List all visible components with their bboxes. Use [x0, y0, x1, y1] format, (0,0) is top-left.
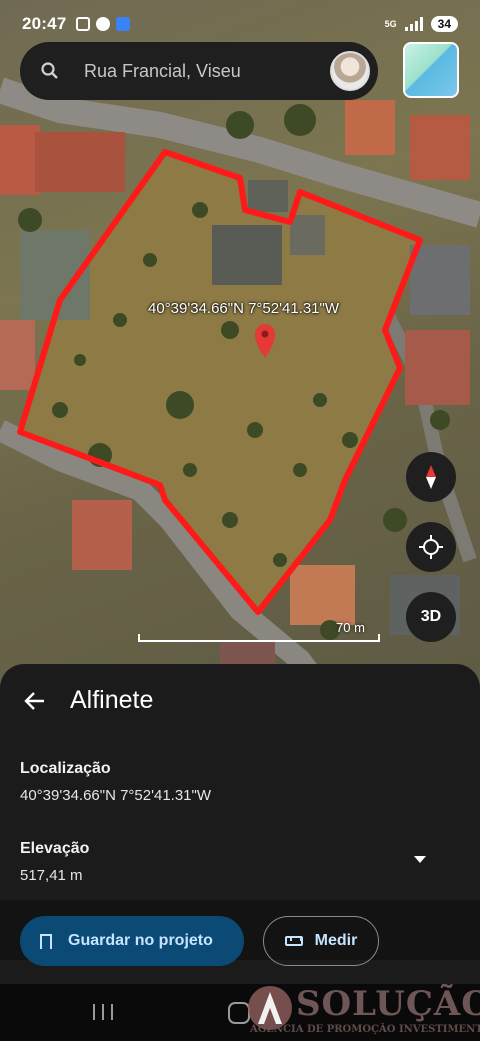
search-icon — [40, 61, 60, 81]
status-bar: 20:47 5G 34 — [0, 0, 480, 48]
elevation-label: Elevação — [20, 840, 90, 857]
satellite-imagery — [0, 77, 480, 700]
soccer-ball-icon — [96, 17, 111, 31]
ruler-icon — [284, 936, 303, 946]
location-value: 40°39'34.66"N 7°52'41.31"W — [20, 787, 212, 804]
scale-label: 70 m — [336, 620, 365, 635]
compass-icon — [426, 465, 436, 489]
avatar[interactable] — [330, 51, 370, 91]
layers-icon[interactable] — [403, 42, 459, 98]
recents-icon[interactable] — [93, 1004, 113, 1020]
notification-icons — [76, 17, 131, 31]
save-button-label: Guardar no projeto — [68, 932, 213, 949]
elevation-value: 517,41 m — [20, 867, 83, 884]
search-bar[interactable]: Rua Francial, Viseu — [20, 42, 378, 100]
location-label: Localização — [20, 760, 111, 777]
bookmark-icon — [40, 933, 52, 954]
map-view[interactable]: 20:47 5G 34 Rua Francial, Viseu 40°39'34… — [0, 0, 480, 700]
my-location-icon — [419, 535, 443, 559]
measure-button[interactable]: Medir — [263, 916, 379, 966]
battery-indicator: 34 — [430, 16, 458, 32]
3d-toggle-button[interactable]: 3D — [406, 592, 456, 642]
watermark-name: SOLUÇÃO — [296, 984, 480, 1024]
screenshot-icon — [76, 17, 91, 31]
sheet-header: Alfinete — [0, 680, 480, 720]
pin-coordinates-label: 40°39'34.66"N 7°52'41.31"W — [148, 300, 340, 317]
signal-icon — [404, 17, 423, 31]
measure-button-label: Medir — [314, 932, 358, 949]
status-time: 20:47 — [22, 14, 67, 33]
sheet-title: Alfinete — [70, 686, 154, 714]
my-location-button[interactable] — [406, 522, 456, 572]
chevron-down-icon[interactable] — [414, 856, 426, 863]
place-details-sheet: Alfinete Localização 40°39'34.66"N 7°52'… — [0, 664, 480, 984]
back-arrow-icon[interactable] — [22, 688, 48, 714]
scale-bar — [138, 634, 380, 642]
save-to-project-button[interactable]: Guardar no projeto — [20, 916, 244, 966]
search-input[interactable]: Rua Francial, Viseu — [84, 61, 241, 82]
action-row: Guardar no projeto Medir — [0, 900, 480, 966]
network-type: 5G — [384, 18, 397, 29]
watermark-logo: SOLUÇÃO AGÊNCIA DE PROMOÇÃO INVESTIMENTO… — [240, 978, 480, 1041]
status-right: 5G 34 — [385, 16, 458, 32]
compass-button[interactable] — [406, 452, 456, 502]
home-app-icon — [116, 17, 131, 31]
watermark-tagline: AGÊNCIA DE PROMOÇÃO INVESTIMENTOS — [250, 1024, 480, 1035]
